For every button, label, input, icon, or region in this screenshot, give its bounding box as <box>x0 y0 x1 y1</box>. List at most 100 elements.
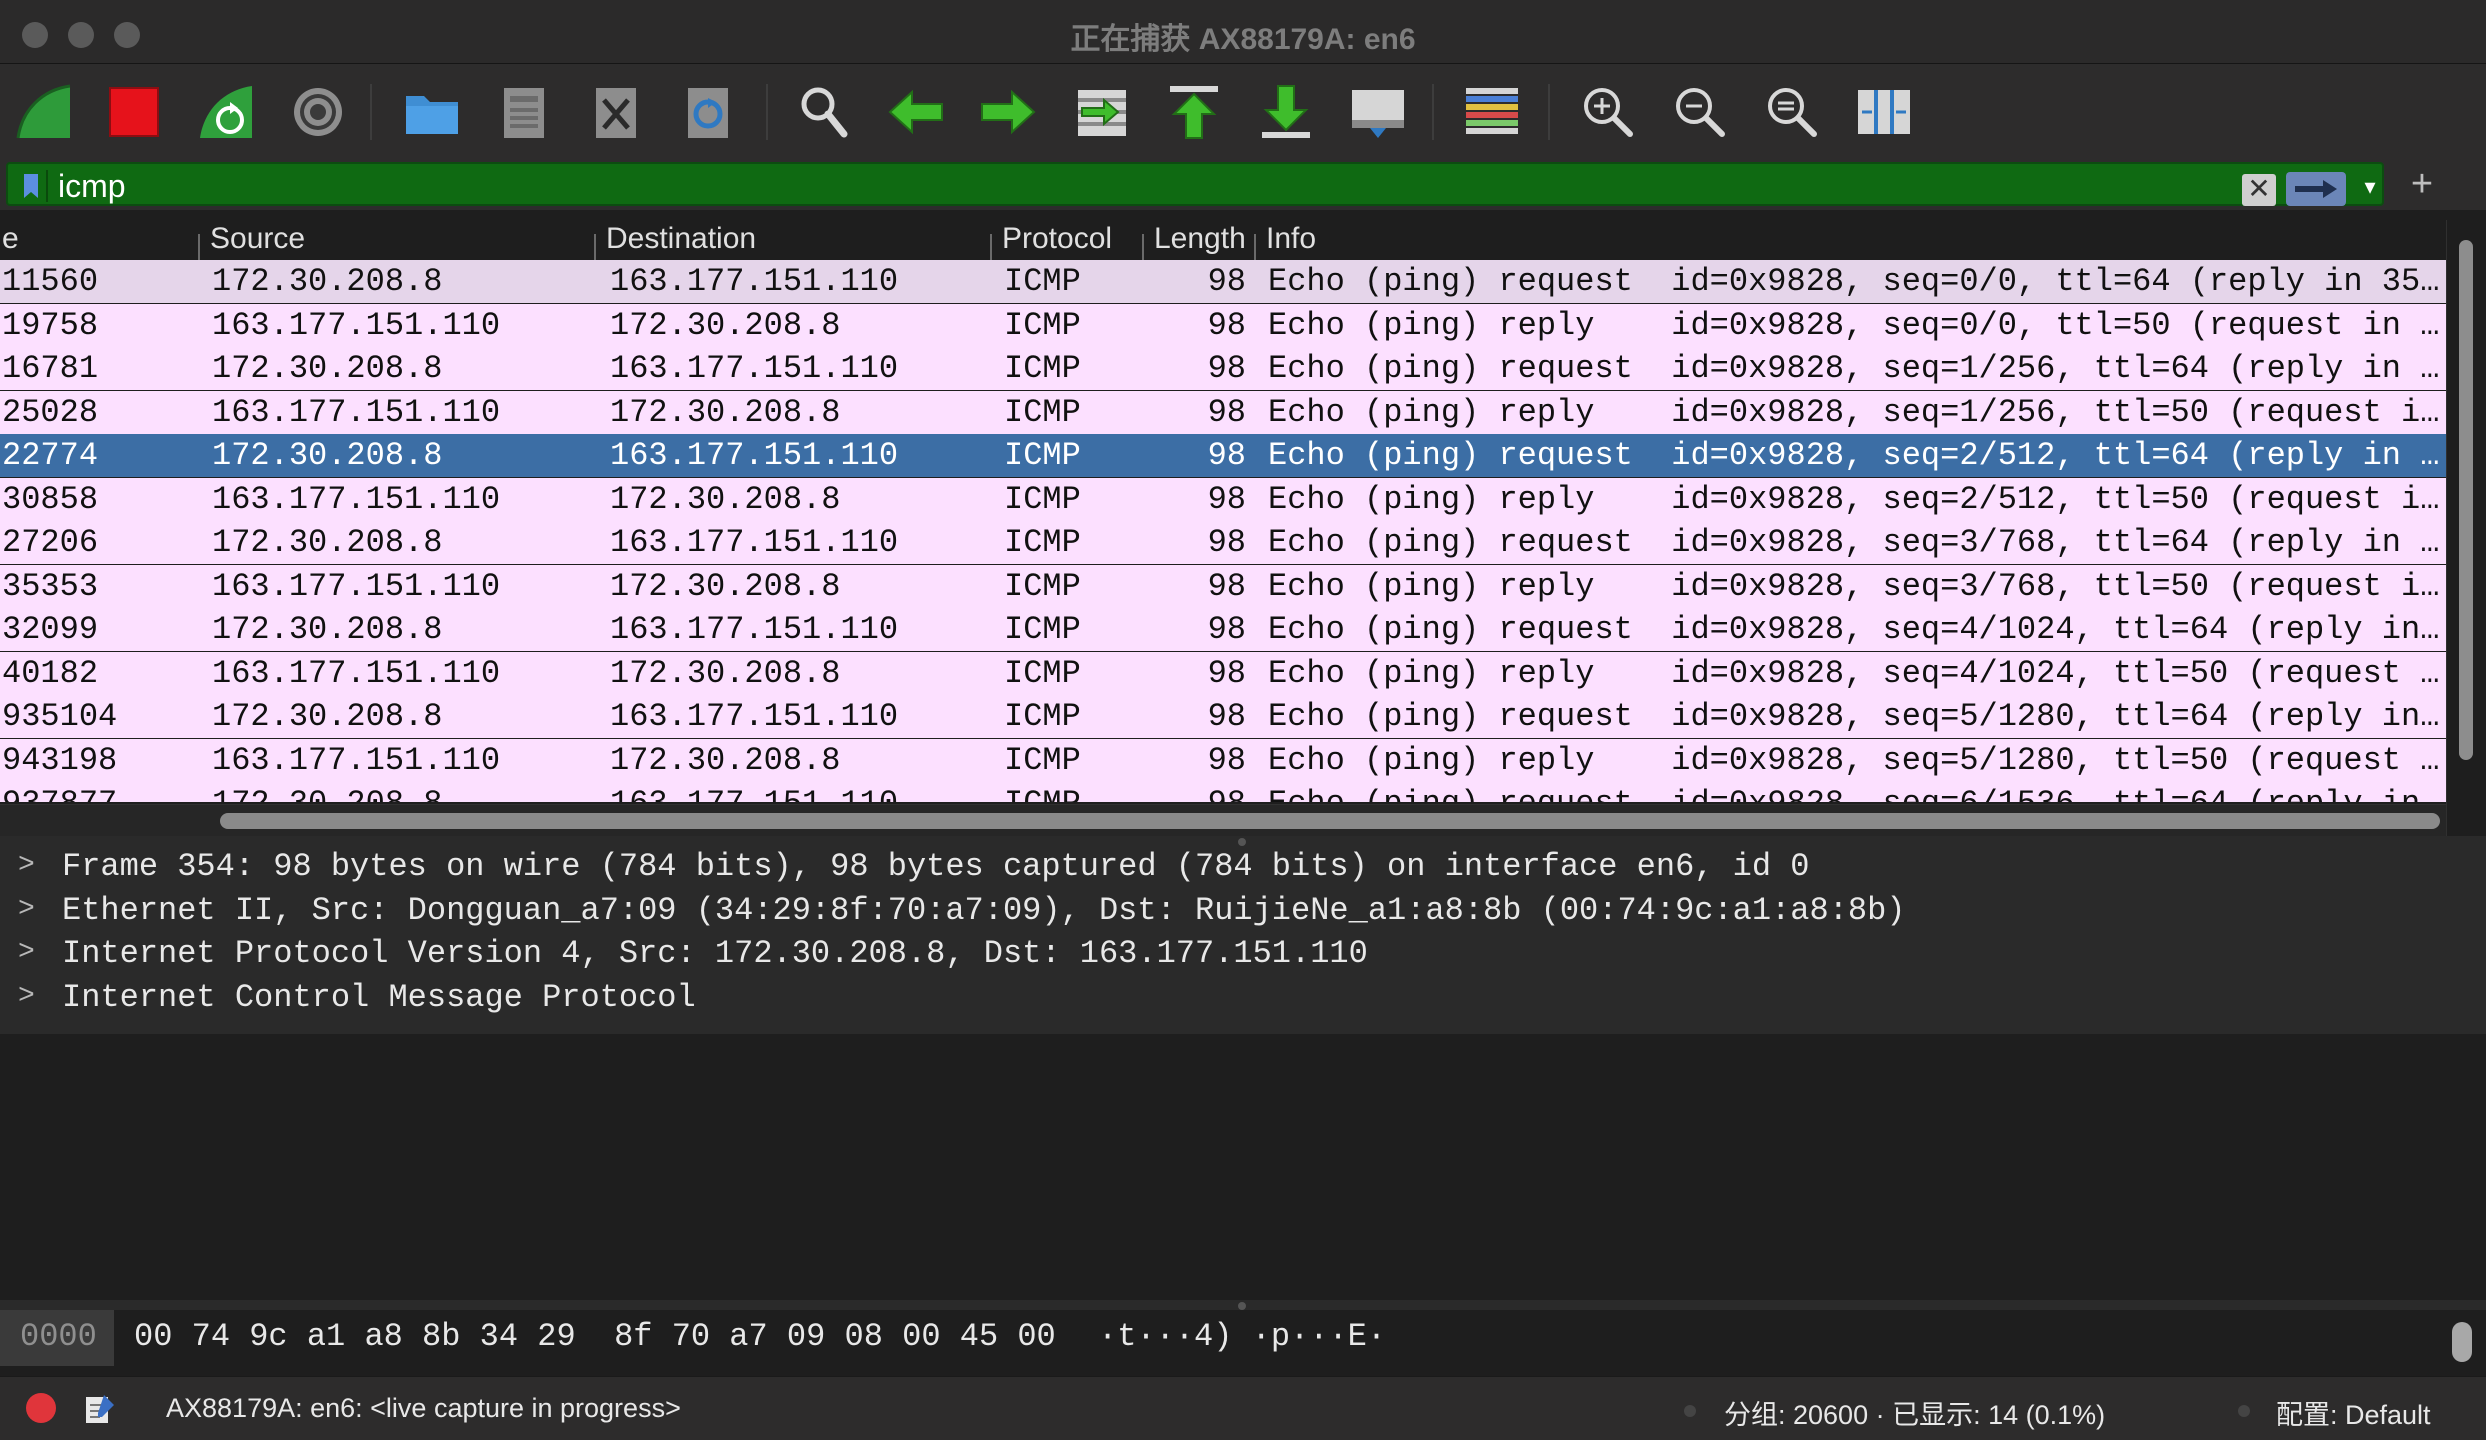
table-row[interactable]: 35353 163.177.151.110 172.30.208.8 ICMP 98 Ec… <box>0 564 2446 608</box>
save-file-icon[interactable] <box>490 78 558 146</box>
bytes-scroll-thumb[interactable] <box>2452 1322 2472 1362</box>
table-row[interactable]: 32099 172.30.208.8 163.177.151.110 ICMP 98 Ec… <box>0 608 2446 651</box>
cell-source: 172.30.208.8 <box>212 263 443 300</box>
column-header-time[interactable]: e <box>2 222 19 256</box>
profile-selector[interactable]: 配置: Default <box>2276 1393 2431 1432</box>
vertical-scroll-thumb[interactable] <box>2459 240 2473 760</box>
cell-length: 98 <box>1207 437 1246 474</box>
column-header-source[interactable]: Source <box>210 222 305 256</box>
go-to-packet-icon[interactable] <box>1068 78 1136 146</box>
table-row[interactable]: 943198 163.177.151.110 172.30.208.8 ICMP 98 E… <box>0 738 2446 782</box>
expand-chevron-icon[interactable]: > <box>18 981 42 1012</box>
cell-destination: 172.30.208.8 <box>610 480 841 518</box>
detail-tree-item[interactable]: > Internet Control Message Protocol <box>0 977 2486 1020</box>
detail-tree-item[interactable]: > Ethernet II, Src: Dongguan_a7:09 (34:29… <box>0 890 2486 933</box>
capture-status-icon[interactable] <box>26 1393 56 1423</box>
cell-length: 98 <box>1207 350 1246 387</box>
open-file-icon[interactable] <box>398 78 466 146</box>
table-row[interactable]: 30858 163.177.151.110 172.30.208.8 ICMP 98 Ec… <box>0 477 2446 521</box>
capture-comment-icon[interactable] <box>82 1391 116 1425</box>
column-header-length[interactable]: Length <box>1154 222 1250 256</box>
cell-protocol: ICMP <box>1004 741 1081 779</box>
cell-source: 172.30.208.8 <box>212 611 443 648</box>
resize-columns-icon[interactable] <box>1850 78 1918 146</box>
cell-time: 32099 <box>2 611 99 648</box>
filter-history-dropdown-icon[interactable]: ▾ <box>2358 172 2382 202</box>
cell-info: Echo (ping) request id=0x9828, seq=1/256… <box>1268 350 2438 387</box>
cell-info: Echo (ping) reply id=0x9828, seq=5/1280,… <box>1268 741 2438 779</box>
table-row[interactable]: 16781 172.30.208.8 163.177.151.110 ICMP 98 Ec… <box>0 347 2446 390</box>
detail-tree-label: Ethernet II, Src: Dongguan_a7:09 (34:29:… <box>62 891 1906 929</box>
cell-source: 163.177.151.110 <box>212 741 501 779</box>
zoom-out-icon[interactable] <box>1666 78 1734 146</box>
cell-length: 98 <box>1207 306 1246 344</box>
cell-length: 98 <box>1207 698 1246 735</box>
expand-chevron-icon[interactable]: > <box>18 937 42 968</box>
detail-tree-item[interactable]: > Internet Protocol Version 4, Src: 172.3… <box>0 933 2486 976</box>
column-header-info[interactable]: Info <box>1266 222 1316 256</box>
status-bar: AX88179A: en6: <live capture in progress… <box>0 1376 2486 1440</box>
cell-protocol: ICMP <box>1004 306 1081 344</box>
cell-time: 35353 <box>2 567 99 605</box>
cell-length: 98 <box>1207 393 1246 431</box>
filter-text[interactable]: icmp <box>58 168 126 205</box>
table-row[interactable]: 937877 172.30.208.8 163.177.151.110 ICMP 98 E… <box>0 782 2446 802</box>
horizontal-scroll-thumb[interactable] <box>220 813 2440 829</box>
detail-tree-item[interactable]: > Frame 354: 98 bytes on wire (784 bits),… <box>0 846 2486 889</box>
normal-size-icon[interactable] <box>1758 78 1826 146</box>
cell-time: 27206 <box>2 524 99 561</box>
table-row[interactable]: 19758 163.177.151.110 172.30.208.8 ICMP 98 Ec… <box>0 303 2446 347</box>
go-forward-icon[interactable] <box>974 78 1042 146</box>
table-row[interactable]: 11560 172.30.208.8 163.177.151.110 ICMP 98 Ec… <box>0 260 2446 303</box>
close-file-icon[interactable] <box>582 78 650 146</box>
cell-protocol: ICMP <box>1004 785 1140 802</box>
cell-source: 172.30.208.8 <box>212 698 443 735</box>
column-header-destination[interactable]: Destination <box>606 222 756 256</box>
cell-source: 163.177.151.110 <box>212 480 501 518</box>
go-back-icon[interactable] <box>882 78 950 146</box>
filter-bookmark-icon[interactable] <box>14 170 48 202</box>
detail-tree-label: Internet Control Message Protocol <box>62 978 696 1016</box>
table-row[interactable]: 27206 172.30.208.8 163.177.151.110 ICMP 98 Ec… <box>0 521 2446 564</box>
cell-source: 172.30.208.8 <box>212 785 592 802</box>
packet-list-header: e Source Destination Protocol Length Inf… <box>0 220 2446 260</box>
find-packet-icon[interactable] <box>790 78 858 146</box>
autoscroll-icon[interactable] <box>1344 78 1412 146</box>
horizontal-scrollbar[interactable] <box>0 804 2446 836</box>
pane-splitter[interactable] <box>0 1300 2486 1310</box>
cell-time: 943198 <box>2 741 118 779</box>
cell-protocol: ICMP <box>1004 611 1081 648</box>
capture-status-text: AX88179A: en6: <live capture in progress… <box>166 1393 681 1423</box>
cell-destination: 172.30.208.8 <box>610 393 841 431</box>
vertical-scrollbar[interactable] <box>2446 220 2486 836</box>
zoom-in-icon[interactable] <box>1574 78 1642 146</box>
column-header-protocol[interactable]: Protocol <box>1002 222 1112 256</box>
bytes-hex[interactable]: 00 74 9c a1 a8 8b 34 29 8f 70 a7 09 08 0… <box>134 1318 1056 1355</box>
restart-capture-icon[interactable] <box>192 78 260 146</box>
expand-chevron-icon[interactable]: > <box>18 850 42 881</box>
pane-splitter[interactable] <box>0 836 2486 846</box>
first-packet-icon[interactable] <box>1160 78 1228 146</box>
table-row[interactable]: 935104 172.30.208.8 163.177.151.110 ICMP 98 E… <box>0 695 2446 738</box>
table-row[interactable]: 22774 172.30.208.8 163.177.151.110 ICMP 98 Ec… <box>0 434 2446 477</box>
cell-protocol: ICMP <box>1004 654 1081 692</box>
cell-destination: 163.177.151.110 <box>610 785 990 802</box>
bytes-ascii[interactable]: ·t···4) ·p···E· <box>1098 1318 1386 1355</box>
stop-capture-icon[interactable] <box>100 78 168 146</box>
cell-info: Echo (ping) request id=0x9828, seq=6/153… <box>1268 785 2438 802</box>
table-row[interactable]: 40182 163.177.151.110 172.30.208.8 ICMP 98 Ec… <box>0 651 2446 695</box>
reload-file-icon[interactable] <box>674 78 742 146</box>
display-filter-input[interactable]: icmp ✕ ▾ <box>6 162 2384 206</box>
cell-destination: 172.30.208.8 <box>610 567 841 605</box>
last-packet-icon[interactable] <box>1252 78 1320 146</box>
expand-chevron-icon[interactable]: > <box>18 894 42 925</box>
start-capture-icon[interactable] <box>10 78 78 146</box>
colorize-icon[interactable] <box>1458 78 1526 146</box>
add-filter-button-icon[interactable]: + <box>2402 164 2442 204</box>
clear-filter-icon[interactable]: ✕ <box>2242 174 2276 206</box>
capture-options-icon[interactable] <box>284 78 352 146</box>
apply-filter-icon[interactable] <box>2286 172 2346 206</box>
cell-time: 40182 <box>2 654 99 692</box>
table-row[interactable]: 25028 163.177.151.110 172.30.208.8 ICMP 98 Ec… <box>0 390 2446 434</box>
cell-destination: 163.177.151.110 <box>610 350 899 387</box>
